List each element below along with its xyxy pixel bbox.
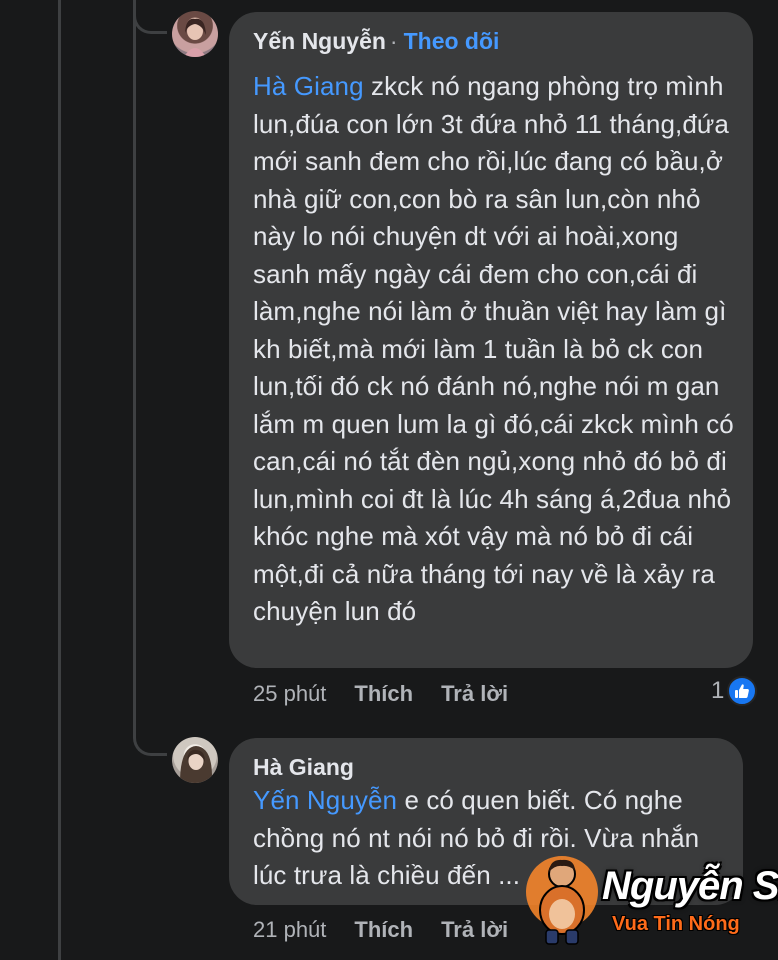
comment-header-1: Yến Nguyễn · Theo dõi bbox=[253, 28, 499, 55]
comment-author-name[interactable]: Hà Giang bbox=[253, 754, 354, 780]
reply-button[interactable]: Trả lời bbox=[441, 681, 508, 706]
mention-link[interactable]: Hà Giang bbox=[253, 71, 364, 101]
reaction-summary-1[interactable]: 1 bbox=[711, 676, 758, 706]
comment-actions-2: 21 phút Thích Trả lời bbox=[253, 917, 508, 943]
mascot-icon bbox=[526, 856, 598, 945]
avatar-ha-giang[interactable] bbox=[172, 737, 218, 783]
follow-link[interactable]: Theo dõi bbox=[404, 28, 500, 54]
comment-actions-1: 25 phút Thích Trả lời bbox=[253, 681, 508, 707]
watermark-name: Nguyễn Sin bbox=[602, 864, 778, 908]
comment-author-name[interactable]: Yến Nguyễn bbox=[253, 28, 386, 54]
comment-timestamp[interactable]: 25 phút bbox=[253, 681, 326, 706]
thread-branch-2 bbox=[133, 722, 167, 756]
avatar-portrait-icon bbox=[180, 746, 212, 783]
comment-header-2: Hà Giang bbox=[253, 754, 354, 781]
watermark: Nguyễn Sin Vua Tin Nóng bbox=[522, 850, 778, 950]
like-button[interactable]: Thích bbox=[354, 681, 413, 706]
reply-button[interactable]: Trả lời bbox=[441, 917, 508, 942]
reaction-count: 1 bbox=[711, 677, 725, 704]
comment-body: zkck nó ngang phòng trọ mình lun,đúa con… bbox=[253, 71, 734, 626]
like-thumb-icon bbox=[727, 676, 758, 706]
comment-timestamp[interactable]: 21 phút bbox=[253, 917, 326, 942]
comment-text-1: Hà Giang zkck nó ngang phòng trọ mình lu… bbox=[253, 68, 739, 631]
thread-line-inner bbox=[133, 0, 136, 736]
avatar-portrait-icon bbox=[184, 18, 206, 57]
separator-dot: · bbox=[389, 28, 398, 54]
thread-branch-1 bbox=[133, 0, 167, 34]
avatar-yen-nguyen[interactable] bbox=[172, 11, 218, 57]
like-button[interactable]: Thích bbox=[354, 917, 413, 942]
watermark-tagline: Vua Tin Nóng bbox=[612, 913, 740, 935]
mention-link[interactable]: Yến Nguyễn bbox=[253, 785, 397, 815]
comment-bubble-1: Yến Nguyễn · Theo dõi Hà Giang zkck nó nga… bbox=[229, 12, 753, 668]
thread-line-outer bbox=[58, 0, 61, 960]
